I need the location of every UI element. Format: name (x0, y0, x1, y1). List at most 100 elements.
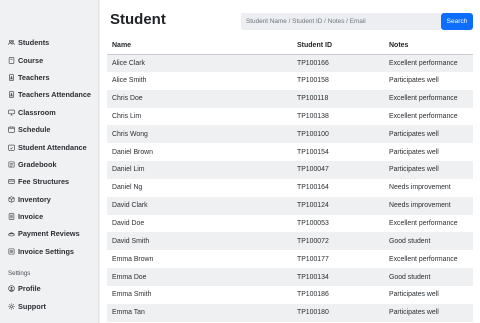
sidebar-item-student-attendance[interactable]: Student Attendance (0, 138, 99, 155)
sidebar-item-label: Student Attendance (18, 142, 87, 152)
gear-icon (8, 303, 15, 310)
student-id-cell: TP100072 (297, 237, 329, 245)
student-name-cell: Chris Wong (112, 130, 148, 138)
sidebar-item-label: Payment Reviews (18, 229, 80, 239)
table-row[interactable]: Chris Lim TP100138 Excellent performance (107, 107, 473, 126)
notes-cell: Participates well (389, 166, 439, 174)
sidebar-item-teachers-attendance[interactable]: Teachers Attendance (0, 86, 99, 103)
list-icon (8, 248, 15, 255)
table-row[interactable]: Emma Brown TP100177 Excellent performance (107, 250, 473, 269)
calendar-icon (8, 126, 15, 133)
sidebar-item-teachers[interactable]: Teachers (0, 69, 99, 86)
person-circle-icon (8, 285, 15, 292)
student-name-cell: Daniel Lim (112, 166, 145, 174)
student-name-cell: David Doe (112, 220, 145, 228)
student-id-cell: TP100138 (297, 112, 329, 120)
sidebar: Students Course Teachers Teachers Attendanc… (0, 0, 99, 323)
notes-cell: Participates well (389, 309, 439, 317)
sidebar-item-label: Teachers (18, 72, 50, 82)
table-row[interactable]: David Smith TP100072 Good student (107, 232, 473, 251)
notes-cell: Needs improvement (389, 202, 451, 210)
student-id-cell: TP100164 (297, 184, 329, 192)
student-name-cell: Alice Clark (112, 59, 145, 67)
sidebar-item-label: Students (18, 38, 50, 48)
sidebar-item-label: Invoice Settings (18, 246, 74, 256)
sidebar-item-course[interactable]: Course (0, 51, 99, 68)
sidebar-item-fee-structures[interactable]: Fee Structures (0, 173, 99, 190)
sidebar-item-label: Classroom (18, 107, 56, 117)
column-header-student-id[interactable]: Student ID (292, 37, 384, 55)
table-row[interactable]: David Doe TP100053 Excellent performance (107, 214, 473, 233)
student-id-cell: TP100047 (297, 166, 329, 174)
student-name-cell: Alice Smith (112, 77, 147, 85)
notes-cell: Needs improvement (389, 184, 451, 192)
sidebar-item-label: Invoice (18, 212, 44, 222)
column-header-notes[interactable]: Notes (384, 37, 473, 55)
table-row[interactable]: Alice Clark TP100166 Excellent performance (107, 54, 473, 72)
sidebar-item-classroom[interactable]: Classroom (0, 104, 99, 121)
main-content: Student Search Name Student ID Notes Ali… (100, 0, 480, 323)
table-row[interactable]: David Clark TP100124 Needs improvement (107, 196, 473, 215)
student-id-cell: TP100100 (297, 130, 329, 138)
student-id-cell: TP100186 (297, 291, 329, 299)
student-id-cell: TP100180 (297, 309, 329, 317)
calendar-check-icon (8, 144, 15, 151)
person-badge-icon (8, 91, 15, 99)
students-table: Name Student ID Notes Alice Clark TP10016… (107, 37, 473, 322)
table-row[interactable]: Daniel Ng TP100164 Needs improvement (107, 178, 473, 197)
student-name-cell: Chris Lim (112, 112, 142, 120)
sidebar-item-support[interactable]: Support (0, 297, 99, 314)
search-button[interactable]: Search (441, 13, 473, 30)
page-title: Student (110, 11, 166, 28)
student-id-cell: TP100118 (297, 95, 329, 103)
table-row[interactable]: Chris Wong TP100100 Participates well (107, 125, 473, 144)
table-row[interactable]: Daniel Lim TP100047 Participates well (107, 161, 473, 179)
notes-cell: Excellent performance (389, 59, 458, 67)
book-icon (8, 56, 15, 64)
notes-cell: Excellent performance (389, 95, 458, 103)
student-id-cell: TP100124 (297, 202, 329, 210)
cash-icon (8, 230, 15, 237)
notes-cell: Good student (389, 273, 431, 281)
notes-cell: Participates well (389, 130, 439, 138)
student-name-cell: David Smith (112, 237, 150, 245)
table-row[interactable]: Emma Smith TP100186 Participates well (107, 285, 473, 304)
student-name-cell: Daniel Brown (112, 148, 153, 156)
student-name-cell: Emma Brown (112, 255, 154, 263)
sidebar-item-payment-reviews[interactable]: Payment Reviews (0, 225, 99, 242)
student-name-cell: Emma Smith (112, 291, 152, 299)
sidebar-item-label: Schedule (18, 125, 51, 135)
sidebar-item-invoice-settings[interactable]: Invoice Settings (0, 243, 99, 260)
student-id-cell: TP100166 (297, 59, 329, 67)
sidebar-item-students[interactable]: Students (0, 34, 99, 51)
display-icon (8, 109, 15, 116)
person-badge-icon (8, 74, 15, 81)
sidebar-item-label: Teachers Attendance (18, 90, 91, 100)
student-name-cell: Daniel Ng (112, 184, 143, 192)
sidebar-item-invoice[interactable]: Invoice (0, 208, 99, 225)
table-row[interactable]: Alice Smith TP100158 Participates well (107, 71, 473, 90)
notes-cell: Excellent performance (389, 220, 458, 228)
sidebar-item-label: Support (18, 301, 46, 311)
sidebar-item-label: Inventory (18, 194, 51, 204)
notes-cell: Excellent performance (389, 255, 458, 263)
table-row[interactable]: Daniel Brown TP100154 Participates well (107, 143, 473, 162)
table-row[interactable]: Emma Tan TP100180 Participates well (107, 303, 473, 322)
sidebar-nav: Students Course Teachers Teachers Attendanc… (0, 34, 99, 260)
column-header-name[interactable]: Name (107, 37, 292, 55)
table-row[interactable]: Chris Doe TP100118 Excellent performance (107, 89, 473, 108)
notes-cell: Participates well (389, 148, 439, 156)
journal-icon (8, 161, 15, 168)
sidebar-item-profile[interactable]: Profile (0, 280, 99, 297)
settings-heading: Settings (8, 270, 31, 277)
search-input[interactable] (241, 13, 441, 30)
settings-nav: Profile Support (0, 280, 99, 315)
sidebar-item-label: Profile (18, 284, 41, 294)
sidebar-item-gradebook[interactable]: Gradebook (0, 156, 99, 173)
sidebar-item-inventory[interactable]: Inventory (0, 191, 99, 208)
sidebar-item-label: Course (18, 55, 44, 65)
sidebar-item-label: Fee Structures (18, 177, 70, 187)
table-row[interactable]: Emma Doe TP100134 Good student (107, 268, 473, 286)
sidebar-item-label: Gradebook (18, 159, 57, 169)
sidebar-item-schedule[interactable]: Schedule (0, 121, 99, 138)
